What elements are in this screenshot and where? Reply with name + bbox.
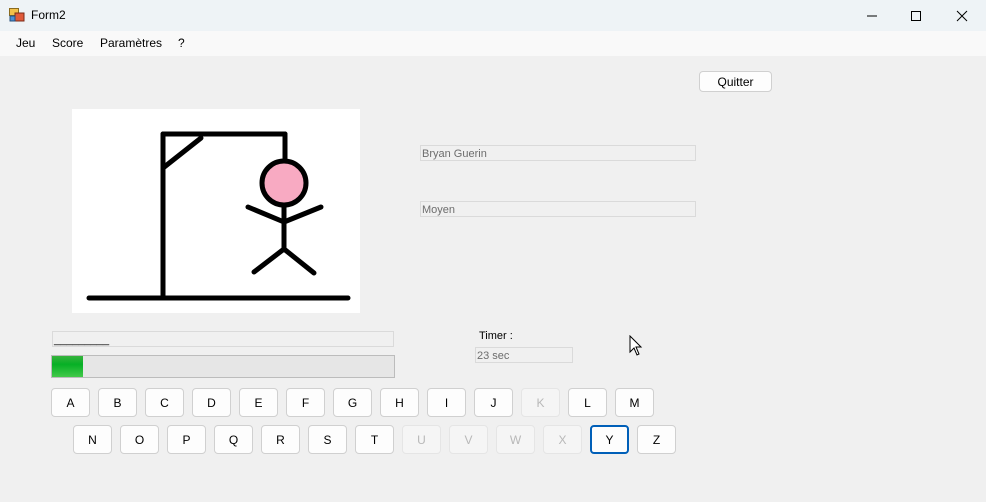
letter-button-g[interactable]: G bbox=[333, 388, 372, 417]
progress-bar bbox=[51, 355, 395, 378]
letter-button-w: W bbox=[496, 425, 535, 454]
minimize-button[interactable] bbox=[849, 0, 895, 31]
hangman-left-leg bbox=[251, 246, 287, 275]
letter-button-h[interactable]: H bbox=[380, 388, 419, 417]
app-icon bbox=[9, 8, 25, 22]
maximize-button[interactable] bbox=[893, 0, 939, 31]
word-mask-field: _________ bbox=[52, 331, 394, 347]
progress-fill bbox=[52, 356, 83, 377]
quit-button[interactable]: Quitter bbox=[699, 71, 772, 92]
letter-button-b[interactable]: B bbox=[98, 388, 137, 417]
menu-score[interactable]: Score bbox=[52, 36, 83, 50]
letter-button-z[interactable]: Z bbox=[637, 425, 676, 454]
hangman-right-arm bbox=[281, 204, 324, 225]
menu-help[interactable]: ? bbox=[178, 36, 185, 50]
maximize-icon bbox=[911, 10, 921, 21]
timer-label: Timer : bbox=[479, 330, 513, 342]
letter-button-i[interactable]: I bbox=[427, 388, 466, 417]
hangman-right-leg bbox=[281, 246, 317, 276]
letter-button-p[interactable]: P bbox=[167, 425, 206, 454]
letter-button-t[interactable]: T bbox=[355, 425, 394, 454]
letter-button-r[interactable]: R bbox=[261, 425, 300, 454]
hangman-head bbox=[259, 158, 309, 208]
letter-button-d[interactable]: D bbox=[192, 388, 231, 417]
player-name-field: Bryan Guerin bbox=[420, 145, 696, 161]
letter-button-x: X bbox=[543, 425, 582, 454]
menu-parametres[interactable]: Paramètres bbox=[100, 36, 162, 50]
window-title: Form2 bbox=[31, 8, 66, 22]
letter-button-f[interactable]: F bbox=[286, 388, 325, 417]
letter-button-k: K bbox=[521, 388, 560, 417]
close-icon bbox=[956, 10, 968, 21]
hangman-image bbox=[86, 131, 351, 301]
hangman-left-arm bbox=[245, 204, 287, 225]
letter-button-s[interactable]: S bbox=[308, 425, 347, 454]
letter-button-v: V bbox=[449, 425, 488, 454]
letter-button-u: U bbox=[402, 425, 441, 454]
letter-button-e[interactable]: E bbox=[239, 388, 278, 417]
letter-button-a[interactable]: A bbox=[51, 388, 90, 417]
level-field: Moyen bbox=[420, 201, 696, 217]
letter-button-j[interactable]: J bbox=[474, 388, 513, 417]
letter-button-n[interactable]: N bbox=[73, 425, 112, 454]
menu-bar: Jeu Score Paramètres ? bbox=[0, 31, 986, 56]
menu-jeu[interactable]: Jeu bbox=[16, 36, 35, 50]
close-button[interactable] bbox=[939, 0, 985, 31]
mouse-cursor-icon bbox=[629, 335, 643, 356]
gallows-brace bbox=[160, 135, 204, 171]
letter-button-c[interactable]: C bbox=[145, 388, 184, 417]
letter-button-l[interactable]: L bbox=[568, 388, 607, 417]
timer-value-field: 23 sec bbox=[475, 347, 573, 363]
hangman-drawing bbox=[72, 109, 360, 313]
letter-button-m[interactable]: M bbox=[615, 388, 654, 417]
letter-button-y[interactable]: Y bbox=[590, 425, 629, 454]
letter-button-q[interactable]: Q bbox=[214, 425, 253, 454]
title-bar: Form2 bbox=[0, 0, 986, 31]
letter-button-o[interactable]: O bbox=[120, 425, 159, 454]
minimize-icon bbox=[867, 15, 877, 16]
